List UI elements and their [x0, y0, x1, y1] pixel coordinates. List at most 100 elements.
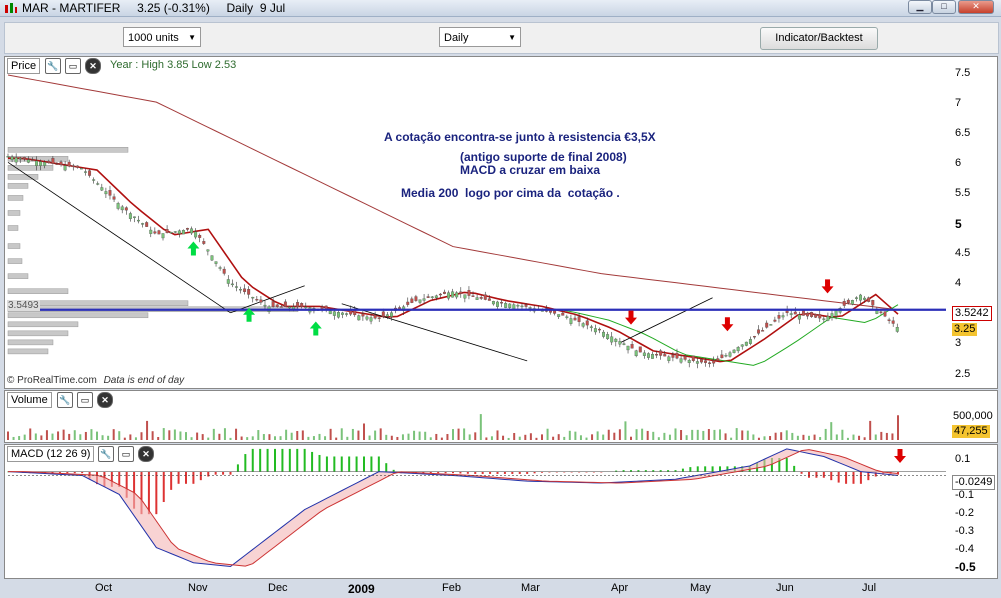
wrench-icon[interactable]: 🔧: [57, 392, 73, 408]
volume-bar: [45, 430, 48, 440]
candle-body: [84, 171, 87, 173]
volume-bar: [62, 429, 65, 440]
candle-body: [186, 227, 189, 230]
volume-bar: [218, 433, 221, 440]
macd-histogram-bar: [199, 471, 202, 481]
volume-bar: [23, 434, 26, 440]
candle-body: [161, 233, 165, 239]
candle-body: [679, 358, 683, 363]
candle-body: [883, 311, 887, 317]
volume-bar: [146, 420, 149, 440]
volume-bar: [429, 437, 432, 440]
candle-body: [728, 352, 732, 357]
candle-body: [504, 303, 508, 308]
macd-histogram-bar: [303, 448, 306, 472]
volume-bar: [318, 433, 321, 440]
volume-bar: [268, 434, 271, 440]
volume-bar: [835, 434, 838, 440]
candle-body: [234, 286, 238, 288]
candle-body: [663, 354, 667, 357]
candle-body: [859, 294, 862, 301]
candle-body: [141, 223, 145, 225]
volume-bar: [880, 431, 883, 440]
volume-bar: [752, 434, 755, 440]
candle-body: [757, 329, 761, 334]
macd-histogram-bar: [511, 471, 514, 474]
volume-bar: [680, 429, 683, 440]
candle-body: [259, 299, 263, 303]
volume-bar: [96, 431, 98, 440]
wrench-icon[interactable]: 🔧: [98, 446, 114, 462]
macd-histogram-bar: [837, 471, 840, 483]
macd-histogram-bar: [229, 471, 232, 475]
volume-bar: [201, 434, 204, 440]
volume-bar: [646, 430, 649, 440]
close-icon[interactable]: ✕: [138, 446, 154, 462]
window-icon[interactable]: ▭: [77, 392, 93, 408]
macd-histogram-bar: [318, 454, 321, 472]
candle-body: [6, 156, 10, 158]
volume-profile-bar: [7, 321, 79, 328]
volume-bar: [574, 431, 577, 440]
annotation-note: A cotação encontra-se junto à resistenci…: [384, 130, 656, 144]
candle-body: [71, 165, 75, 168]
candle-body: [226, 279, 230, 284]
candle-body: [22, 157, 26, 160]
volume-bar: [474, 432, 477, 440]
close-icon[interactable]: ✕: [97, 392, 113, 408]
candle-body: [43, 162, 47, 166]
window-icon[interactable]: ▭: [65, 58, 81, 74]
volume-bar: [212, 428, 215, 440]
candle-body: [814, 314, 818, 318]
volume-bar: [652, 431, 655, 440]
macd-histogram-bar: [236, 464, 239, 472]
candle-body: [781, 315, 785, 318]
volume-bar: [157, 436, 160, 440]
macd-histogram-bar: [207, 471, 210, 477]
volume-bar: [274, 436, 276, 440]
candle-body: [357, 315, 361, 321]
candle-body: [67, 161, 71, 167]
candle-body: [700, 359, 703, 363]
close-icon[interactable]: ✕: [85, 58, 101, 74]
volume-bar: [290, 432, 293, 440]
chart-canvas: [6, 74, 946, 568]
volume-bar: [368, 435, 371, 440]
candle-body: [524, 304, 528, 307]
candle-body: [120, 206, 124, 211]
candle-body: [471, 295, 475, 297]
macd-histogram-bar: [822, 471, 825, 478]
volume-bar: [774, 432, 777, 440]
volume-bar: [518, 436, 521, 440]
volume-bar: [140, 432, 143, 440]
window-icon[interactable]: ▭: [118, 446, 134, 462]
candle-body: [31, 159, 34, 161]
volume-bar: [301, 430, 304, 440]
candle-body: [500, 302, 504, 304]
volume-bar: [535, 437, 538, 440]
candle-body: [194, 231, 198, 238]
candle-body: [724, 355, 728, 357]
volume-profile-bar: [7, 330, 69, 337]
volume-bar: [824, 428, 827, 440]
volume-bar: [579, 435, 582, 440]
candle-body: [736, 347, 740, 352]
volume-bar: [196, 432, 199, 440]
candle-body: [385, 314, 389, 317]
candle-body: [251, 296, 255, 299]
volume-bar: [796, 435, 799, 440]
volume-bar: [385, 434, 388, 440]
volume-bar: [312, 436, 315, 440]
volume-bar: [207, 437, 210, 440]
macd-histogram-bar: [481, 471, 484, 474]
candle-body: [35, 160, 39, 166]
candle-body: [389, 312, 393, 317]
volume-bar: [262, 434, 265, 440]
candle-body: [573, 317, 577, 321]
x-tick: Apr: [611, 582, 629, 594]
volume-bar: [746, 430, 749, 440]
candle-body: [630, 344, 634, 349]
volume-bar: [73, 430, 76, 440]
wrench-icon[interactable]: 🔧: [45, 58, 61, 74]
candle-body: [659, 350, 663, 356]
